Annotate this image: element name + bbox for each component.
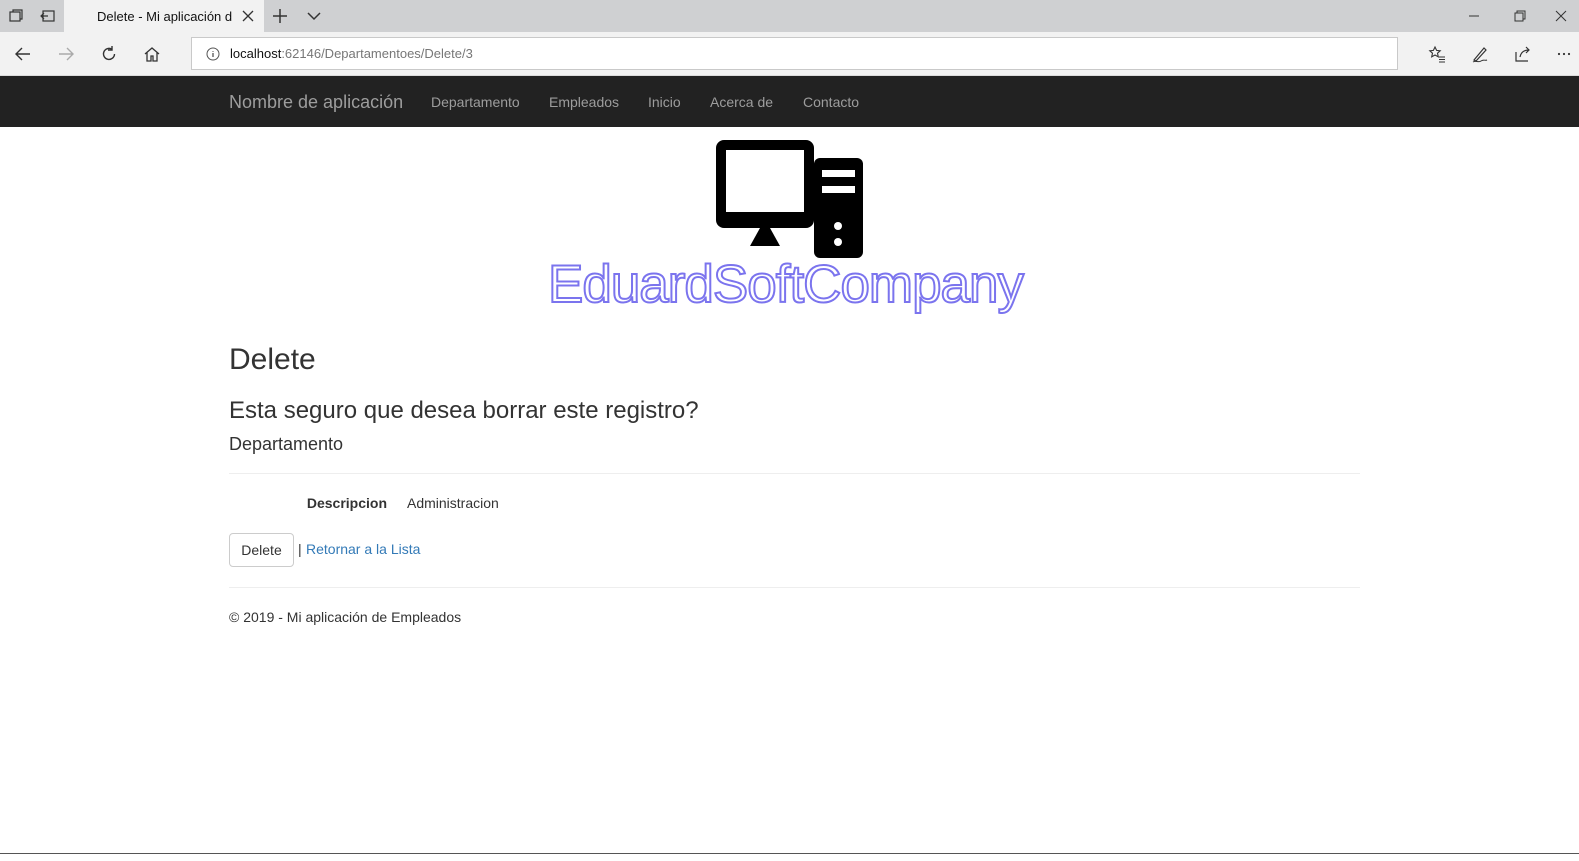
forward-icon[interactable]: [51, 40, 81, 68]
url-path: :62146/Departamentoes/Delete/3: [281, 46, 473, 61]
nav-link-contacto[interactable]: Contacto: [803, 94, 859, 110]
divider: [229, 587, 1360, 588]
site-info-icon[interactable]: [206, 47, 220, 61]
nav-link-departamento[interactable]: Departamento: [431, 94, 520, 110]
more-options-icon[interactable]: [1549, 40, 1579, 68]
set-tabs-aside-icon[interactable]: [32, 0, 64, 32]
taskbar-edge: [0, 853, 1579, 861]
share-icon[interactable]: [1508, 40, 1538, 68]
tab-title: Delete - Mi aplicación d: [97, 8, 233, 24]
confirm-question: Esta seguro que desea borrar este regist…: [229, 397, 699, 424]
field-value: Administracion: [407, 495, 499, 511]
brand-link[interactable]: Nombre de aplicación: [229, 92, 403, 113]
separator: |: [298, 541, 302, 557]
company-logo-text: EduardSoftCompany: [547, 254, 1025, 315]
field-label: Descripcion: [306, 495, 387, 511]
nav-link-acerca-de[interactable]: Acerca de: [710, 94, 773, 110]
site-navbar: Nombre de aplicación Departamento Emplea…: [0, 76, 1579, 127]
favorites-icon[interactable]: [1422, 40, 1452, 68]
tab-active[interactable]: Delete - Mi aplicación d: [64, 0, 264, 32]
new-tab-icon[interactable]: [268, 4, 292, 28]
desktop-computer-icon: [716, 140, 863, 258]
delete-button[interactable]: Delete: [229, 533, 294, 567]
browser-toolbar: localhost:62146/Departamentoes/Delete/3: [0, 32, 1579, 76]
close-window-icon[interactable]: [1543, 0, 1579, 32]
minimize-icon[interactable]: [1451, 0, 1497, 32]
divider: [229, 473, 1360, 474]
chevron-down-icon[interactable]: [302, 4, 326, 28]
restore-icon[interactable]: [1497, 0, 1543, 32]
footer-text: © 2019 - Mi aplicación de Empleados: [229, 609, 462, 625]
notes-pen-icon[interactable]: [1465, 40, 1495, 68]
page-title: Delete: [229, 343, 316, 376]
home-icon[interactable]: [137, 40, 167, 68]
url-host: localhost: [230, 46, 282, 61]
nav-link-empleados[interactable]: Empleados: [549, 94, 619, 110]
back-icon[interactable]: [8, 40, 38, 68]
close-tab-icon[interactable]: [240, 8, 256, 24]
tab-manager-icon[interactable]: [0, 0, 32, 32]
address-bar[interactable]: localhost:62146/Departamentoes/Delete/3: [191, 37, 1398, 70]
browser-tab-strip: Delete - Mi aplicación d: [0, 0, 1579, 32]
refresh-icon[interactable]: [94, 40, 124, 68]
entity-name: Departamento: [229, 434, 344, 454]
back-to-list-link[interactable]: Retornar a la Lista: [306, 541, 420, 557]
nav-link-inicio[interactable]: Inicio: [648, 94, 681, 110]
